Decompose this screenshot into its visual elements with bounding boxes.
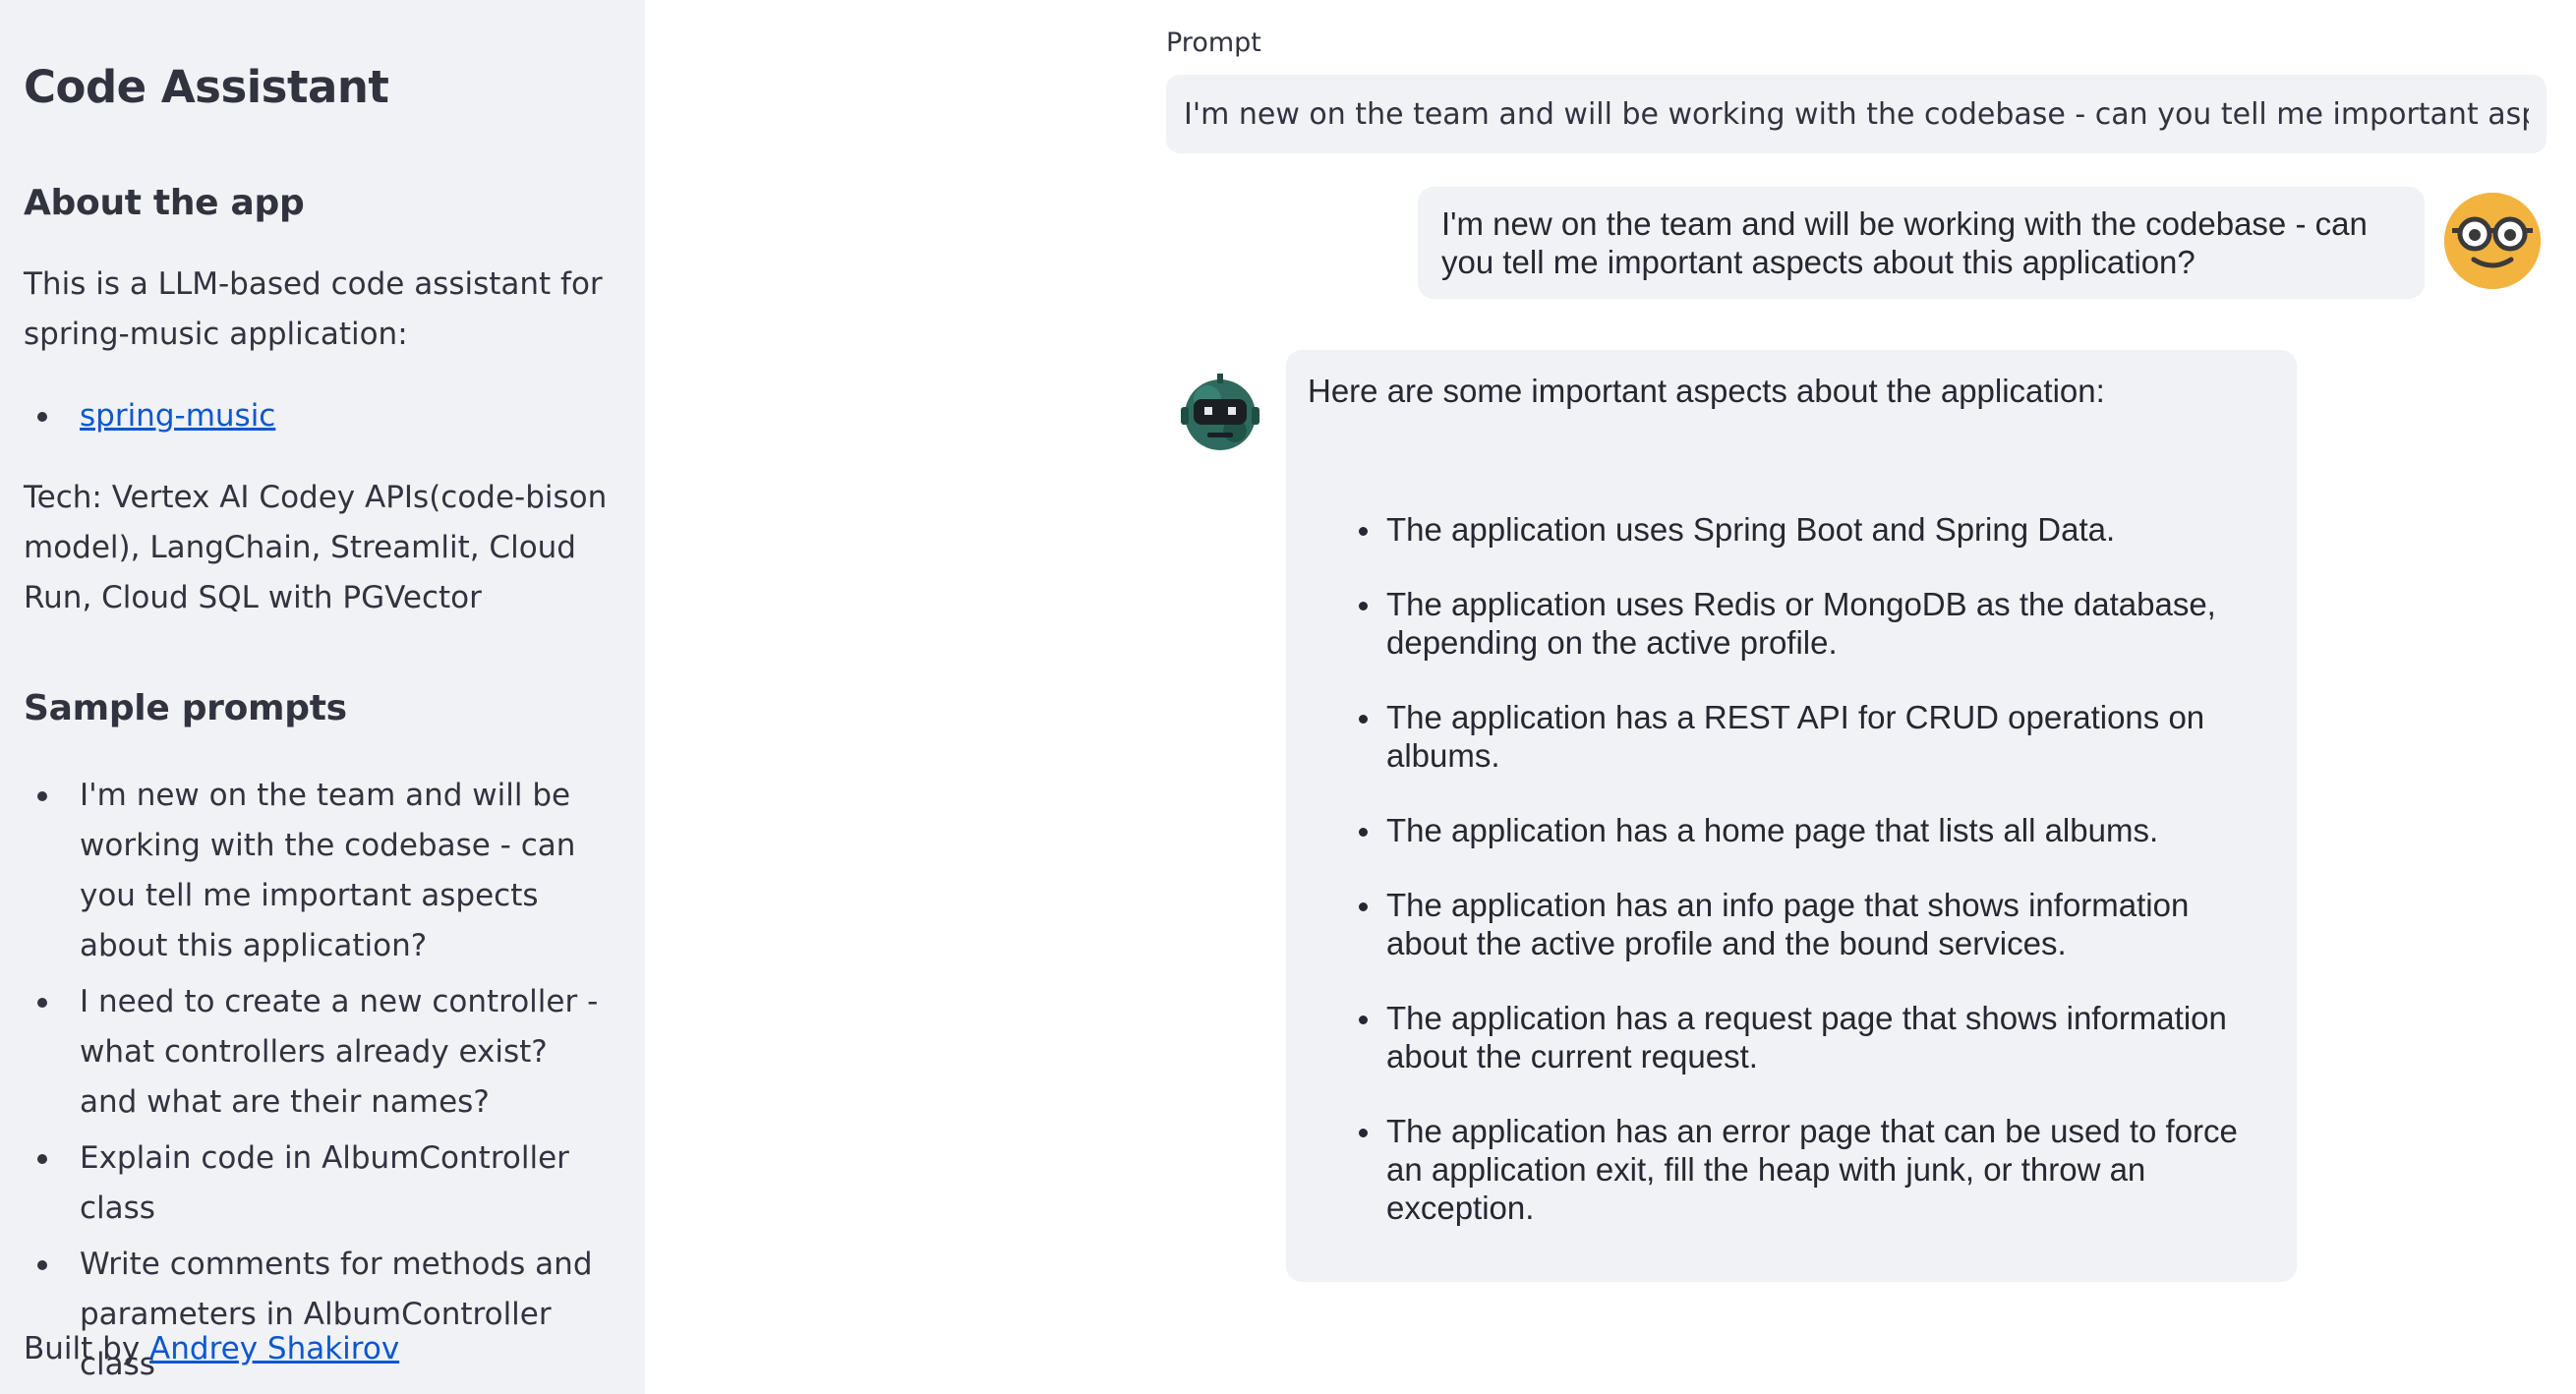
- assistant-point: The application has an info page that sh…: [1308, 886, 2275, 962]
- assistant-point: The application has an error page that c…: [1308, 1112, 2275, 1227]
- main-area: Prompt I'm new on the team and will be w…: [645, 0, 2576, 1394]
- about-link-item: spring-music: [24, 391, 614, 441]
- about-links: spring-music: [24, 391, 614, 447]
- app-title: Code Assistant: [24, 61, 389, 113]
- assistant-point: The application has a REST API for CRUD …: [1308, 698, 2275, 775]
- assistant-point: The application has a request page that …: [1308, 999, 2275, 1075]
- assistant-points: The application uses Spring Boot and Spr…: [1308, 510, 2275, 1227]
- prompt-label: Prompt: [1166, 28, 1261, 58]
- tech-text: Tech: Vertex AI Codey APIs(code-bison mo…: [24, 480, 608, 615]
- assistant-message: Here are some important aspects about th…: [1286, 350, 2297, 1282]
- sample-prompt-item: I'm new on the team and will be working …: [24, 771, 614, 971]
- about-heading: About the app: [24, 183, 305, 223]
- app-root: Code Assistant About the app This is a L…: [0, 0, 2576, 1394]
- assistant-point: The application uses Redis or MongoDB as…: [1308, 585, 2275, 662]
- author-link[interactable]: Andrey Shakirov: [149, 1331, 399, 1366]
- sidebar: Code Assistant About the app This is a L…: [0, 0, 645, 1394]
- assistant-point: The application has a home page that lis…: [1308, 811, 2275, 849]
- sample-prompt-item: I need to create a new controller - what…: [24, 977, 614, 1128]
- nerd-face-icon: [2444, 193, 2541, 289]
- assistant-intro: Here are some important aspects about th…: [1308, 373, 2105, 409]
- built-by: Built by Andrey Shakirov: [24, 1324, 614, 1374]
- about-text: This is a LLM-based code assistant for s…: [24, 266, 603, 352]
- user-message: I'm new on the team and will be working …: [1418, 187, 2425, 299]
- assistant-point: The application uses Spring Boot and Spr…: [1308, 510, 2275, 549]
- robot-icon: [1178, 370, 1262, 454]
- sample-prompts-heading: Sample prompts: [24, 688, 347, 728]
- sample-prompts-list: I'm new on the team and will be working …: [24, 771, 614, 1394]
- prompt-input[interactable]: [1166, 75, 2547, 153]
- built-by-prefix: Built by: [24, 1331, 150, 1366]
- sample-prompt-item: Explain code in AlbumController class: [24, 1133, 614, 1234]
- spring-music-link[interactable]: spring-music: [80, 398, 275, 434]
